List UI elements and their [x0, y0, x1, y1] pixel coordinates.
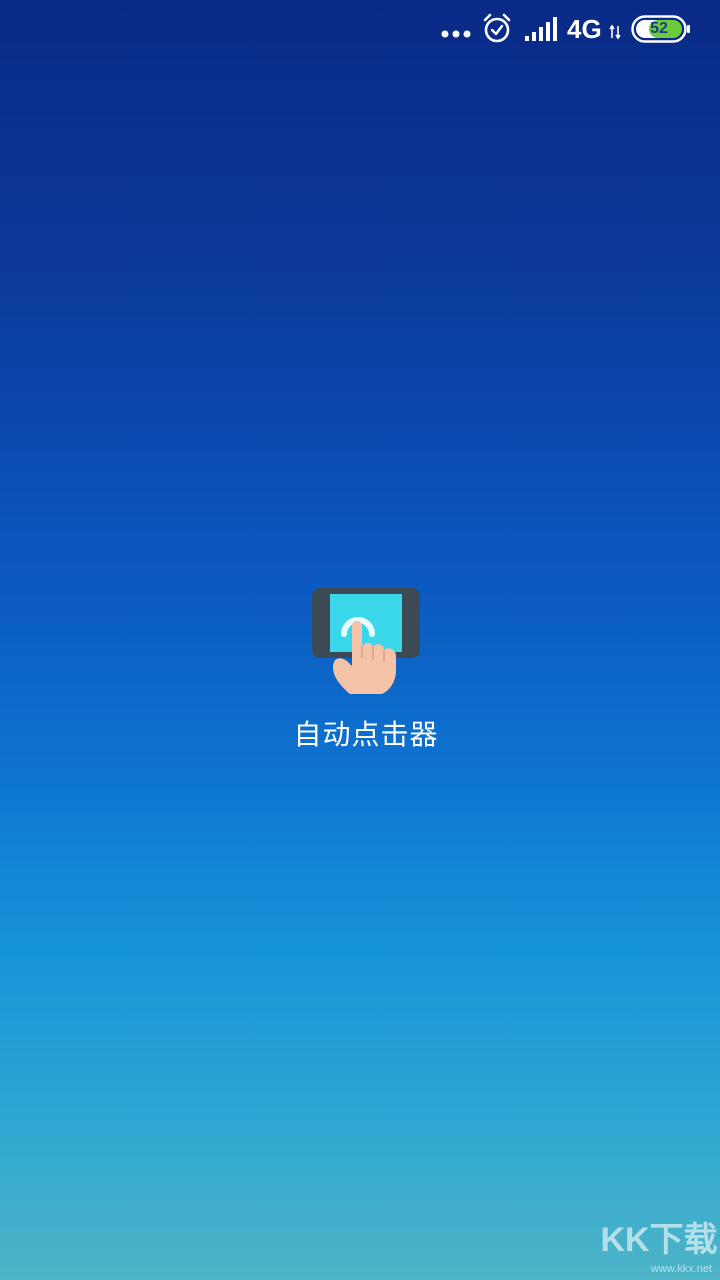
splash-screen: 4G 52 自动点击器 KK下载 www.kkx.net [0, 0, 720, 1280]
battery-level: 52 [650, 20, 668, 37]
battery-icon: 52 [631, 15, 691, 43]
watermark: KK下载 www.kkx.net [600, 1220, 718, 1278]
status-bar: 4G 52 [0, 0, 720, 60]
tap-hand-phone-icon [310, 586, 422, 698]
signal-icon [524, 14, 562, 42]
more-dots-icon [440, 18, 474, 38]
app-name: 自动点击器 [293, 718, 439, 751]
watermark-url: www.kkx.net [650, 1263, 712, 1275]
alarm-icon [481, 12, 513, 44]
network-type: 4G [567, 14, 602, 44]
watermark-logo-text: KK下载 [600, 1221, 718, 1259]
data-arrows-icon [609, 24, 621, 40]
